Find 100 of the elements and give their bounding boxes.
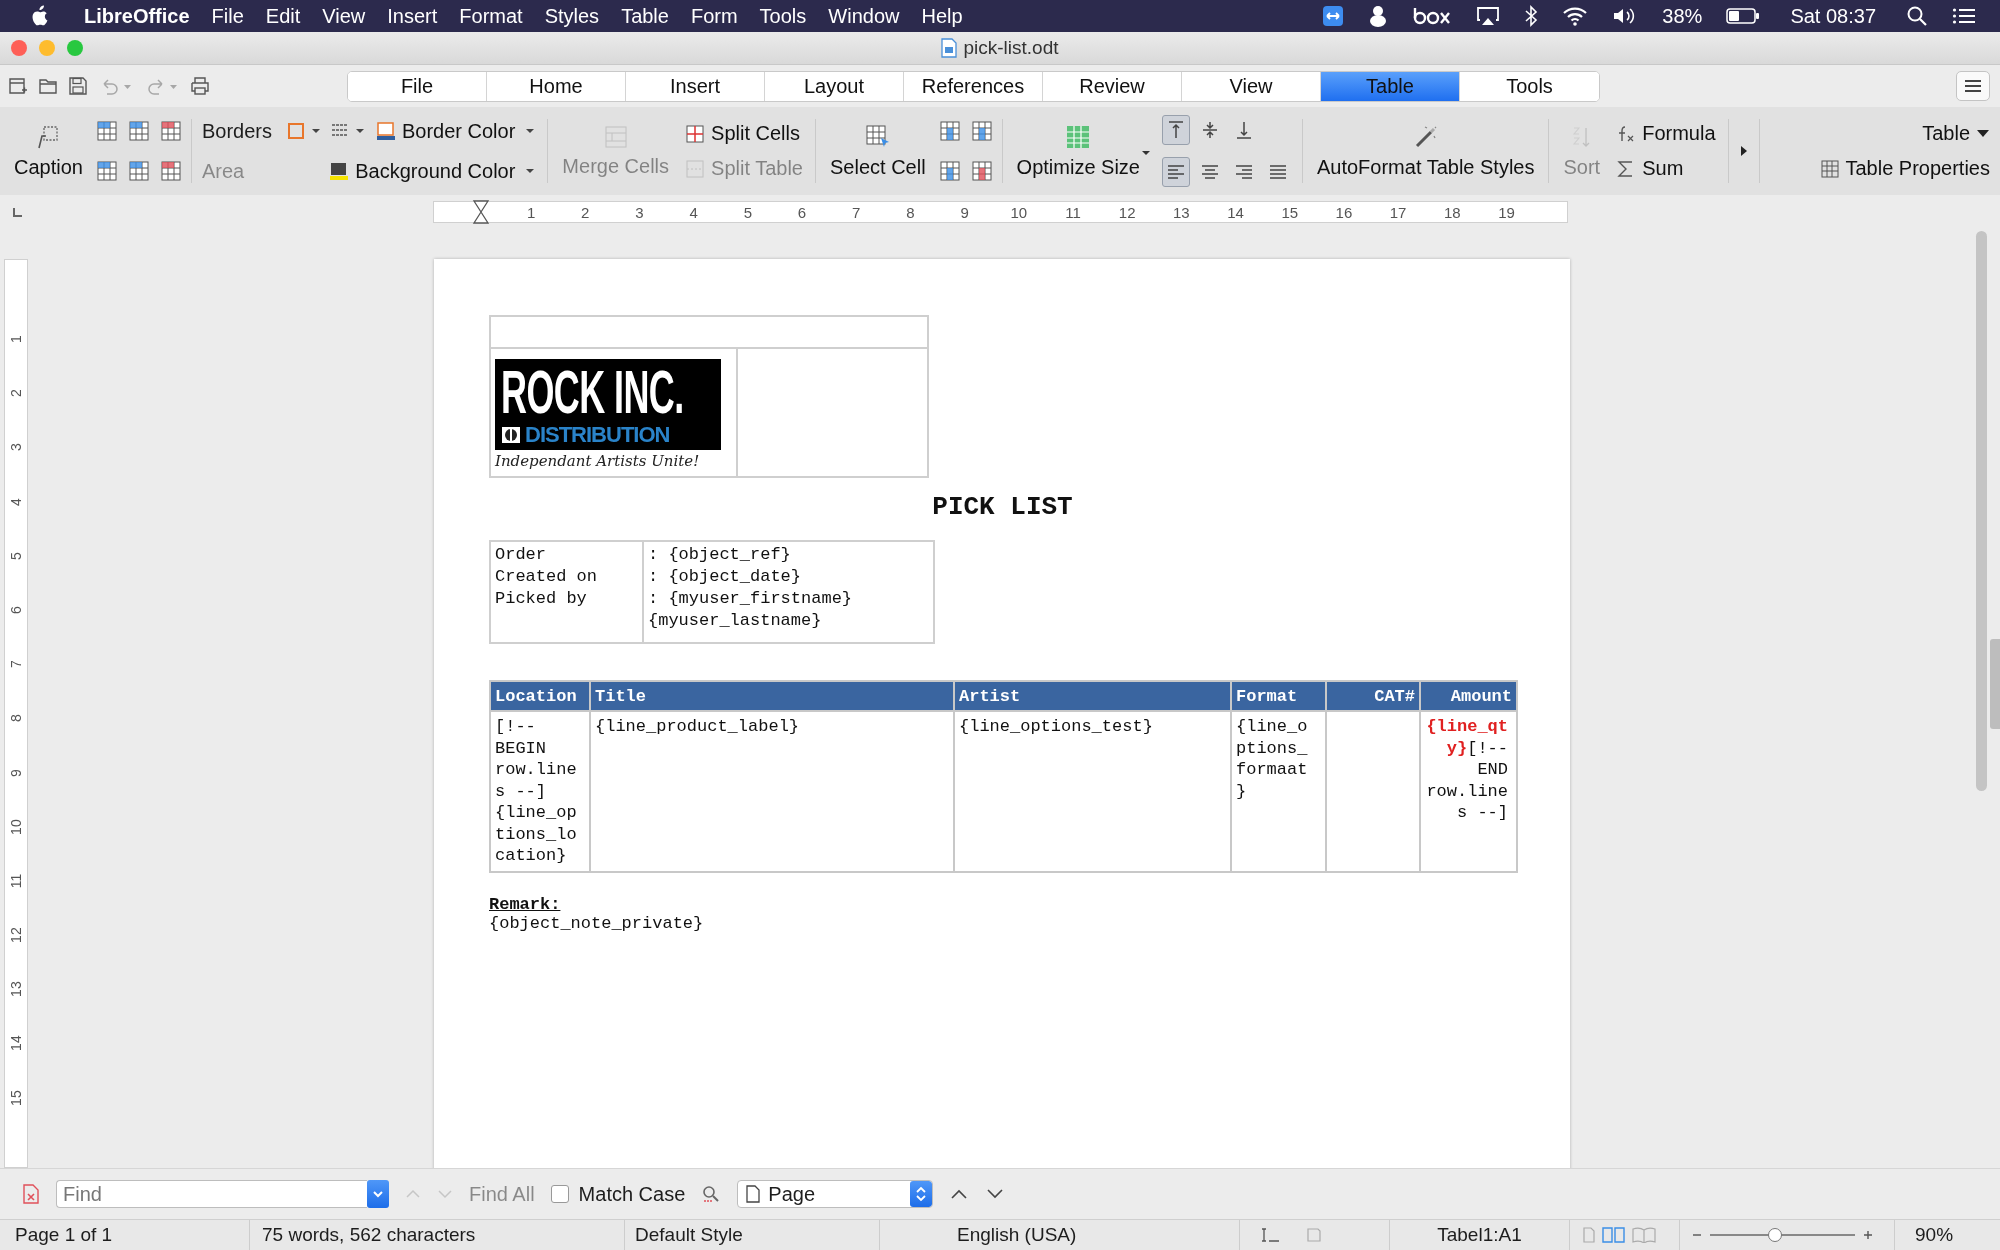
table-grid-icon: [1821, 159, 1840, 178]
zoom-level[interactable]: 90%: [1895, 1220, 1954, 1250]
new-document-icon[interactable]: [8, 76, 28, 96]
list-icon[interactable]: [1952, 6, 1976, 26]
find-field[interactable]: Find: [56, 1180, 367, 1208]
folder-icon[interactable]: [38, 76, 58, 96]
zoom-slider-thumb[interactable]: [1768, 1228, 1783, 1242]
box-icon[interactable]: [1412, 6, 1453, 26]
remote-control-icon[interactable]: [1322, 5, 1345, 27]
caption-button[interactable]: Caption: [10, 119, 87, 183]
table-delete-icon[interactable]: [160, 161, 181, 181]
chevron-down-icon: [372, 1189, 384, 1199]
menu-item[interactable]: Styles: [544, 4, 600, 28]
insert-mode-icon[interactable]: [1260, 1227, 1282, 1243]
menu-item[interactable]: View: [322, 4, 366, 28]
table-grid-icon[interactable]: [128, 161, 149, 181]
apple-icon[interactable]: [30, 5, 48, 27]
screen-mirroring-icon[interactable]: [1476, 6, 1501, 26]
ruler-number: 16: [1334, 203, 1354, 221]
select-cell-button[interactable]: Select Cell: [826, 119, 930, 183]
sum-button[interactable]: Sum: [1614, 155, 1718, 182]
table-dropdown[interactable]: Table: [1920, 120, 1992, 147]
split-cells-icon: [685, 123, 706, 144]
table-cell: [!-- BEGIN row.lines --] {line_options_location}: [495, 717, 577, 866]
page-style[interactable]: Default Style: [625, 1220, 880, 1250]
table-grid-icon[interactable]: [939, 121, 960, 141]
table-cell: {line_product_label}: [595, 717, 800, 737]
menu-item[interactable]: Edit: [265, 4, 301, 28]
stepper-icon: [915, 1185, 928, 1203]
ruler-number: 3: [7, 443, 25, 452]
vertical-ruler[interactable]: 1 2 3 4 5 6 7 8 9 10 11 12 13 14 15: [4, 259, 28, 1168]
ruler-number: 10: [1009, 203, 1029, 221]
close-button[interactable]: [11, 40, 27, 56]
ribbon-tab[interactable]: Table: [1321, 71, 1460, 101]
table-delete-icon[interactable]: [160, 121, 181, 141]
area-label: Area: [201, 159, 245, 183]
menu-item[interactable]: Table: [621, 4, 669, 28]
formula-button[interactable]: Formula: [1614, 120, 1718, 147]
multi-page-view-icon[interactable]: [1602, 1227, 1626, 1243]
ruler-number: 3: [634, 203, 645, 221]
menu-item[interactable]: Window: [828, 4, 900, 28]
wifi-icon[interactable]: [1562, 6, 1589, 26]
split-cells-button[interactable]: Split Cells: [683, 120, 805, 147]
page-count[interactable]: Page 1 of 1: [0, 1220, 250, 1250]
tab-stop-icon[interactable]: [12, 206, 24, 218]
table-rows-icon[interactable]: [96, 121, 117, 141]
match-case-label[interactable]: Match Case: [578, 1182, 686, 1206]
table-grid-icon[interactable]: [939, 161, 960, 181]
autoformat-button[interactable]: AutoFormat Table Styles: [1312, 119, 1539, 183]
save-icon[interactable]: [68, 76, 88, 96]
scrollbar-thumb[interactable]: [1976, 231, 1987, 791]
ruler-number: 14: [1226, 203, 1245, 221]
align-top-button[interactable]: [1161, 115, 1190, 145]
bluetooth-icon[interactable]: [1524, 5, 1539, 27]
word-count[interactable]: 75 words, 562 characters: [250, 1220, 625, 1250]
background-color-button[interactable]: Background Color: [327, 157, 518, 185]
horizontal-ruler[interactable]: 1 2 3 4 5 6 7 8 9 10 11 12 13 14 15 16 17 18 19: [433, 201, 1568, 223]
vertical-align-icon: [1234, 120, 1253, 140]
ruler-number: 1: [525, 203, 537, 221]
sidebar-toggle[interactable]: [1990, 639, 2000, 729]
table-columns-icon[interactable]: [96, 161, 117, 181]
table-properties-button[interactable]: Table Properties: [1819, 155, 1992, 182]
menu-item[interactable]: Format: [459, 4, 523, 28]
menu-button[interactable]: [1956, 71, 1990, 101]
expand-arrow-icon[interactable]: [1738, 144, 1749, 158]
table-grid-icon[interactable]: [971, 121, 992, 141]
caption-icon: [36, 123, 61, 150]
column-header: Amount: [1450, 686, 1512, 706]
ruler-number: 5: [742, 203, 753, 221]
table-delete-icon[interactable]: [971, 161, 992, 181]
info-value: : {myuser_firstname} {myuser_lastname}: [648, 588, 854, 633]
navigate-by-dropdown[interactable]: Page: [737, 1180, 934, 1208]
ruler-number: 8: [905, 203, 916, 221]
align-left-button[interactable]: [1161, 157, 1190, 187]
search-icon[interactable]: [1906, 5, 1928, 27]
fill-color-icon: [329, 161, 350, 181]
cell-reference: Tabel1:A1: [1390, 1220, 1570, 1250]
optimize-size-button[interactable]: Optimize Size: [1012, 119, 1144, 183]
table-grid-icon[interactable]: [128, 121, 149, 141]
menu-item[interactable]: Help: [921, 4, 963, 28]
zoom-in-icon[interactable]: [1863, 1230, 1873, 1240]
language[interactable]: English (USA): [880, 1220, 1240, 1250]
zoom-slider[interactable]: [1710, 1228, 1855, 1242]
duck-icon[interactable]: [1368, 4, 1389, 28]
match-case-checkbox[interactable]: [550, 1185, 569, 1203]
dropdown-button[interactable]: [367, 1180, 389, 1208]
menu-item[interactable]: Insert: [387, 4, 438, 28]
clock[interactable]: Sat 08:37: [1790, 4, 1876, 28]
menu-item[interactable]: File: [211, 4, 244, 28]
menu-item[interactable]: Tools: [759, 4, 807, 28]
menu-item[interactable]: Form: [690, 4, 738, 28]
ruler-number: 11: [7, 873, 25, 889]
indent-marker-icon[interactable]: [472, 200, 490, 224]
app-menu[interactable]: LibreOffice: [84, 4, 190, 28]
close-find-icon[interactable]: [22, 1184, 40, 1204]
battery-icon[interactable]: [1726, 7, 1761, 25]
print-icon[interactable]: [190, 76, 210, 96]
ribbon-tab[interactable]: File: [348, 71, 487, 101]
info-label: Created on: [495, 566, 599, 589]
border-color-button[interactable]: Border Color: [373, 117, 518, 145]
